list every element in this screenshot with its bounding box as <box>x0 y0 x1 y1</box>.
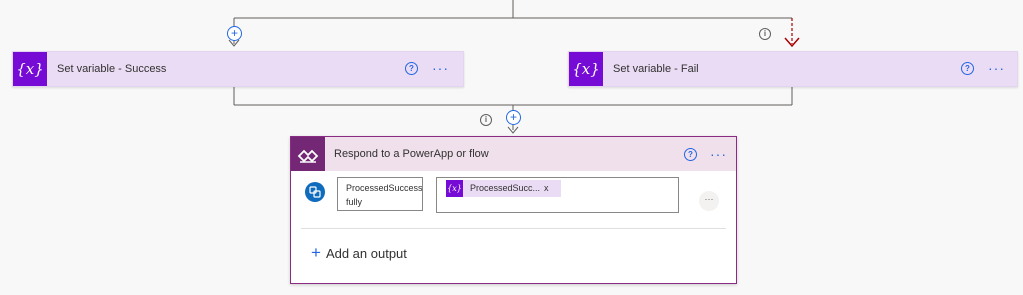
divider <box>301 228 726 229</box>
action-card-respond-to-powerapp[interactable]: Respond to a PowerApp or flow ? ··· Proc… <box>290 136 737 284</box>
help-icon[interactable]: ? <box>684 148 697 161</box>
info-icon[interactable]: i <box>759 28 771 40</box>
action-title[interactable]: Set variable - Fail <box>613 52 699 86</box>
output-name-line: fully <box>346 197 363 207</box>
add-step-button[interactable]: + <box>506 110 521 125</box>
add-output-button[interactable]: + Add an output <box>311 244 407 262</box>
add-output-label: Add an output <box>325 246 407 261</box>
action-title[interactable]: Respond to a PowerApp or flow <box>334 137 489 171</box>
variable-icon: {x} <box>446 180 463 197</box>
more-options-icon[interactable]: ··· <box>988 61 1005 75</box>
output-value-field[interactable]: {x} ProcessedSucc... x <box>436 177 679 213</box>
info-icon[interactable]: i <box>480 114 492 126</box>
add-step-button[interactable]: + <box>227 26 242 41</box>
action-card-set-variable-success[interactable]: {x} Set variable - Success ? ··· <box>12 51 464 87</box>
output-name-field[interactable]: ProcessedSuccess fully <box>337 177 423 211</box>
remove-token-icon[interactable]: x <box>544 180 549 197</box>
variable-icon: {x} <box>13 52 47 86</box>
help-icon[interactable]: ? <box>405 62 418 75</box>
plus-icon: + <box>311 243 321 262</box>
run-after-fail-connector <box>784 18 800 48</box>
token-label: ProcessedSucc... <box>470 183 541 193</box>
output-name-line: ProcessedSuccess <box>346 183 423 193</box>
action-header[interactable]: Respond to a PowerApp or flow ? ··· <box>291 137 736 171</box>
action-card-set-variable-fail[interactable]: {x} Set variable - Fail ? ··· <box>568 51 1018 87</box>
action-title[interactable]: Set variable - Success <box>57 52 166 86</box>
output-type-icon-graphic <box>309 186 321 198</box>
output-type-icon <box>305 182 325 202</box>
powerapps-icon <box>291 137 325 171</box>
variable-icon: {x} <box>569 52 603 86</box>
dynamic-content-token[interactable]: {x} ProcessedSucc... x <box>446 180 561 197</box>
more-options-icon[interactable]: ··· <box>710 147 727 161</box>
output-more-button[interactable]: ··· <box>699 191 719 211</box>
powerapps-icon-graphic <box>297 149 319 163</box>
help-icon[interactable]: ? <box>961 62 974 75</box>
more-options-icon[interactable]: ··· <box>432 61 449 75</box>
